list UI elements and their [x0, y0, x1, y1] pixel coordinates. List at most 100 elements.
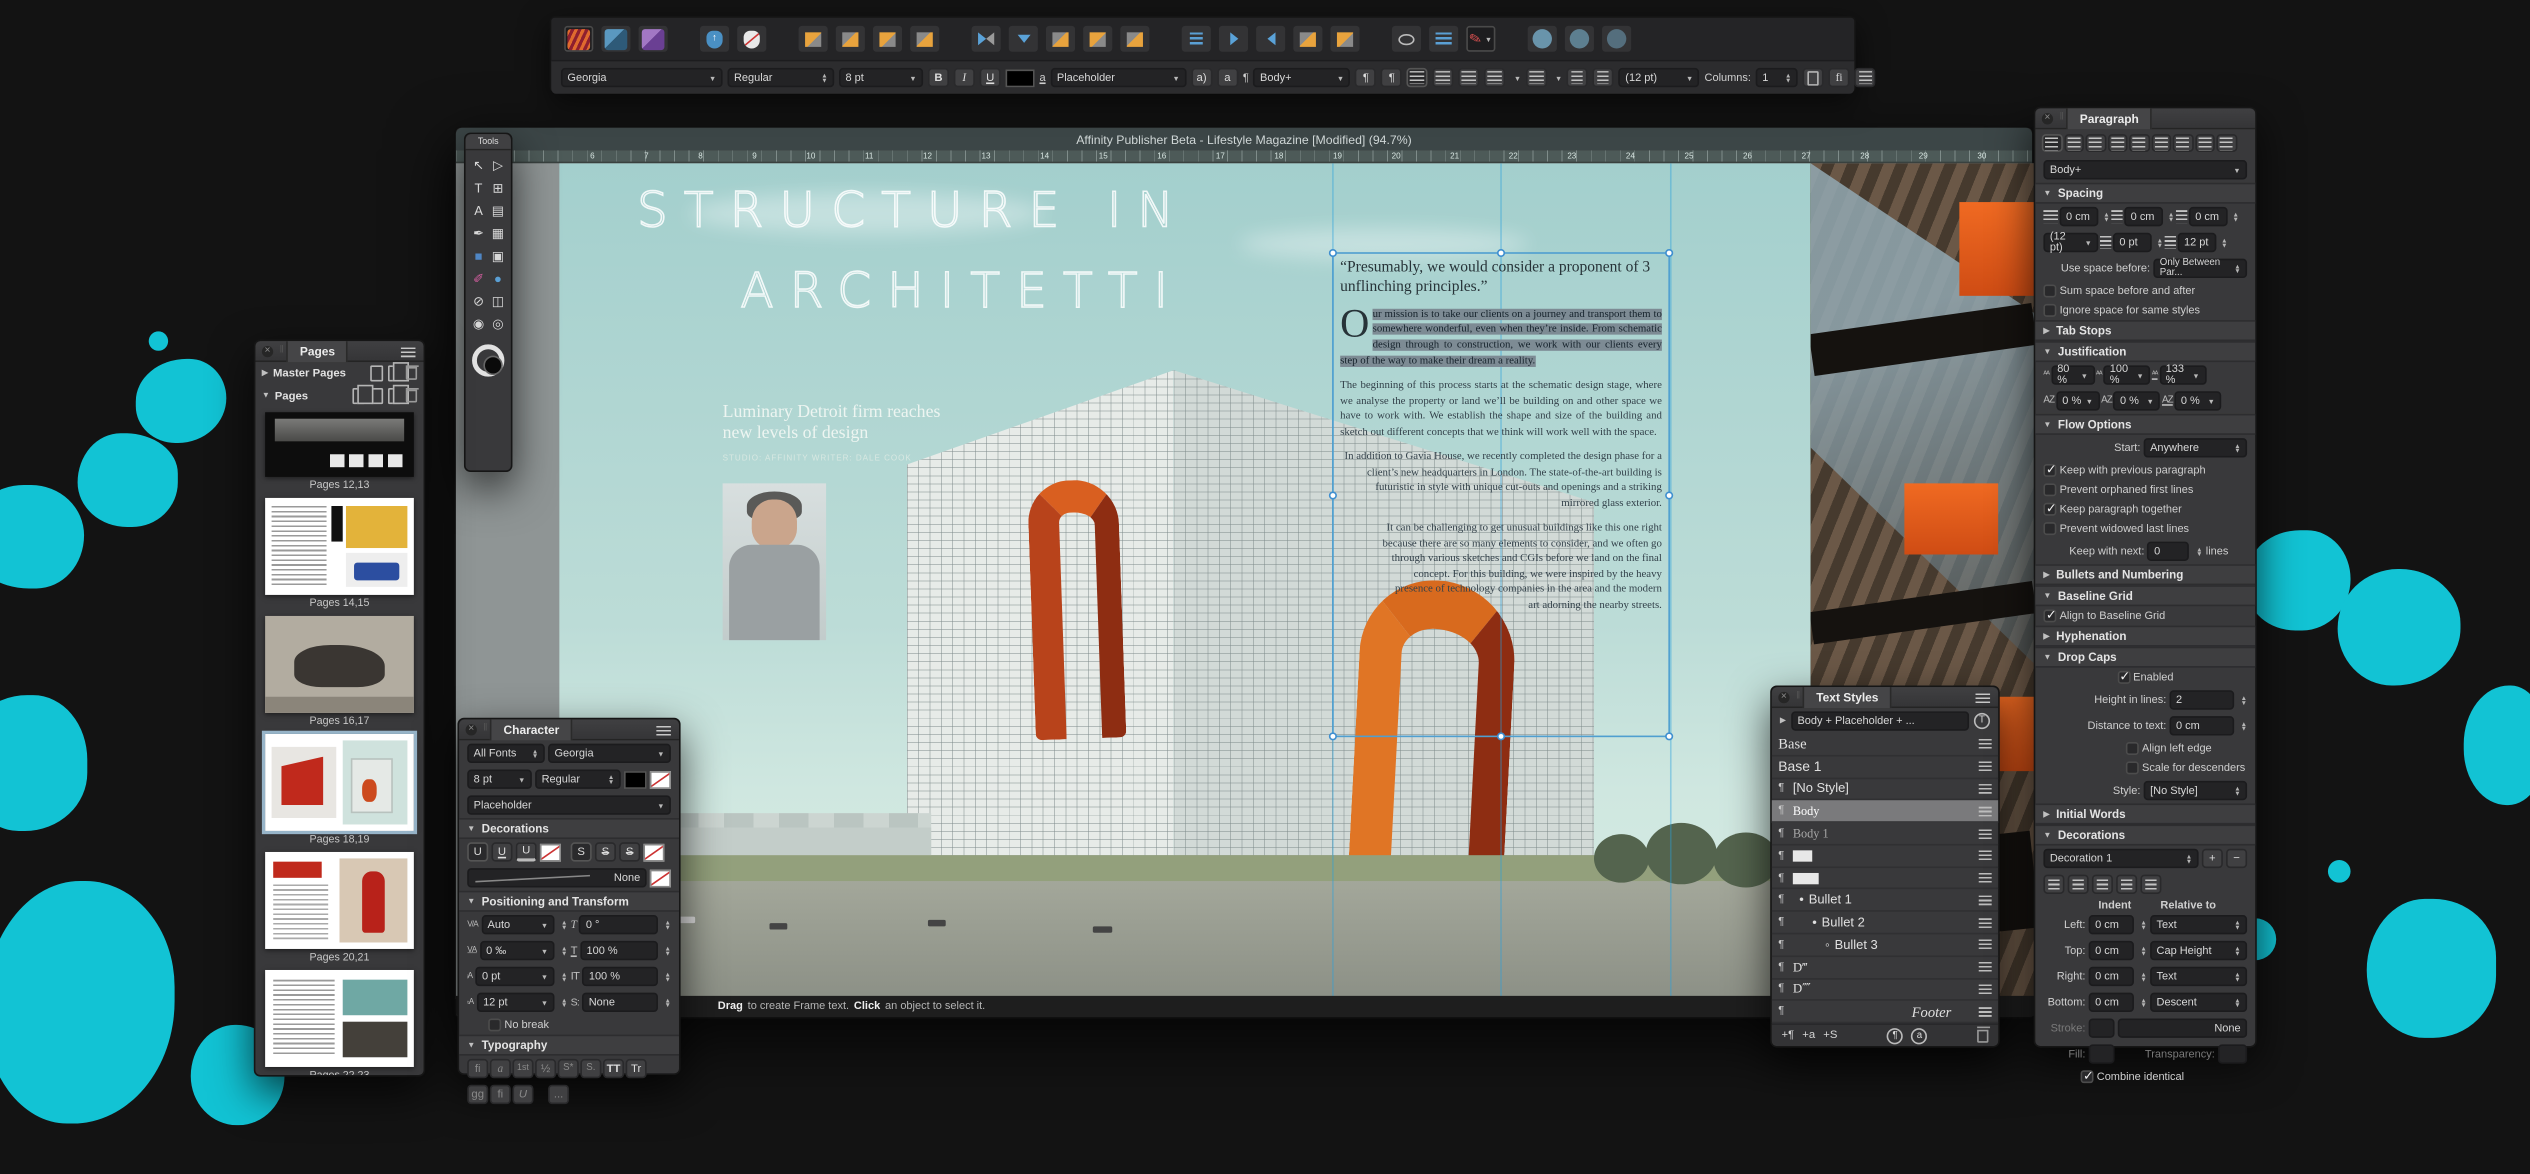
publisher-persona-icon[interactable] — [564, 25, 594, 52]
spread-icon[interactable] — [352, 384, 374, 405]
headline-line2[interactable]: ARCHITETTI — [740, 263, 1184, 321]
align-top-icon[interactable] — [1293, 25, 1323, 52]
close-icon[interactable]: ✕ — [261, 345, 274, 357]
baseline-select[interactable]: 0 pt ▼ — [475, 966, 555, 987]
flip-horizontal-icon[interactable] — [971, 25, 1001, 52]
portrait-photo[interactable] — [722, 483, 827, 641]
numbered-list-button[interactable] — [1592, 67, 1614, 88]
style-item[interactable]: ¶ Body 1 — [1771, 823, 1999, 846]
order-to-back-icon[interactable] — [910, 25, 940, 52]
remove-decoration-button[interactable]: − — [2226, 848, 2248, 869]
byline[interactable]: STUDIO: AFFINITY WRITER: DALE COOK — [723, 454, 912, 464]
stroke-style-select[interactable]: None — [2117, 1018, 2248, 1038]
baseline-grid-section[interactable]: ▼ Baseline Grid — [2035, 585, 2256, 607]
style-menu-icon[interactable] — [1978, 984, 1992, 995]
pages-row[interactable]: ▼ Pages — [255, 384, 423, 408]
reset-formatting-button[interactable]: a) — [1191, 67, 1213, 88]
rotate-ccw-icon[interactable] — [1045, 25, 1076, 52]
distance-to-text-input[interactable]: 0 cm — [2169, 716, 2235, 736]
style-item[interactable]: ¶ — [1771, 868, 1999, 890]
horizontal-scale-input[interactable]: 100 % — [582, 966, 659, 987]
table-tool-icon[interactable]: ⊞ — [488, 176, 507, 199]
fractions-button[interactable]: ½ — [535, 1058, 557, 1079]
language-select[interactable]: None — [582, 992, 659, 1013]
style-item[interactable]: ¶ [No Style] — [1771, 779, 1999, 801]
horizontal-ruler[interactable]: 6 7 8 9 10 11 12 13 14 15 16 17 18 19 20 21 22 23 24 25 26 27… — [455, 150, 2033, 164]
style-item[interactable]: Base — [1771, 734, 1999, 757]
designer-persona-icon[interactable] — [601, 25, 631, 52]
collapse-icon[interactable]: ‖ — [280, 346, 284, 356]
snapping-icon[interactable] — [1602, 25, 1632, 52]
style-menu-icon[interactable] — [1978, 739, 1992, 750]
selected-text-frame[interactable]: “Presumably, we would consider a propone… — [1328, 248, 1674, 741]
style-item[interactable]: ¶ D⁗ — [1771, 979, 1999, 1002]
page-thumbnail-label[interactable]: Pages 12,13 — [255, 480, 423, 491]
deco-bottom-input[interactable]: 0 cm — [2088, 992, 2134, 1013]
min-letter-select[interactable]: 0 % ▼ — [2055, 391, 2100, 411]
spacing-section[interactable]: ▼ Spacing — [2035, 182, 2256, 204]
align-bottom-icon[interactable] — [1330, 25, 1360, 52]
body-paragraph-1[interactable]: Our mission is to take our clients on a … — [1340, 304, 1662, 369]
leading-button[interactable] — [1525, 67, 1547, 88]
uppercase-button[interactable]: TT — [602, 1058, 625, 1079]
strikethrough-off-button[interactable]: S — [570, 842, 592, 862]
underline-button[interactable]: U — [467, 842, 489, 862]
align-left-icon[interactable] — [1181, 25, 1211, 52]
drop-caps-section[interactable]: ▼ Drop Caps — [2035, 646, 2256, 668]
combine-identical-checkbox[interactable] — [2080, 1069, 2094, 1084]
window-titlebar[interactable]: Affinity Publisher Beta - Lifestyle Maga… — [455, 127, 2033, 151]
decoration-pos-button[interactable] — [2116, 874, 2138, 894]
prevent-widows-checkbox[interactable] — [2043, 522, 2057, 536]
photo-persona-icon[interactable] — [638, 25, 668, 52]
lock-icon[interactable] — [1564, 25, 1594, 52]
column-text-tool-icon[interactable]: ▤ — [488, 199, 507, 222]
font-style-select[interactable]: Regular ▲ ▼ — [727, 67, 835, 88]
decorations-section[interactable]: ▼ Decorations — [2035, 824, 2256, 846]
style-menu-icon[interactable] — [1978, 761, 1992, 772]
duplicate-master-icon[interactable] — [387, 362, 410, 382]
underline-single-button[interactable]: U — [491, 842, 513, 862]
right-indent-input[interactable]: 0 cm — [2188, 206, 2228, 227]
page-thumbnail-label[interactable]: Pages 18,19 — [255, 834, 423, 845]
sum-space-checkbox[interactable] — [2043, 284, 2057, 298]
max-word-select[interactable]: 133 % ▼ — [2159, 364, 2207, 386]
discretionary-ligatures-button[interactable]: fi — [489, 1084, 511, 1105]
scale-descenders-checkbox[interactable] — [2125, 761, 2139, 775]
body-paragraph-4[interactable]: It can be challenging to get unusual bui… — [1340, 521, 1662, 613]
selection-handle[interactable] — [1665, 732, 1674, 741]
order-to-front-icon[interactable] — [798, 25, 828, 52]
style-item[interactable]: ¶ — [1771, 845, 1999, 868]
move-tool-icon[interactable]: ↖ — [469, 154, 488, 177]
headline-line1[interactable]: STRUCTURE IN — [636, 182, 1190, 240]
deco-right-relative-select[interactable]: Text ▲ ▼ — [2150, 966, 2248, 987]
font-collection-select[interactable]: All Fonts ▲ ▼ — [467, 743, 545, 764]
selected-text[interactable]: ur mission is to take our clients on a j… — [1340, 308, 1662, 367]
decoration-pos-button[interactable] — [2140, 874, 2162, 894]
leading-value-select[interactable]: (12 pt) ▼ — [1618, 67, 1700, 88]
style-item-selected[interactable]: ¶ Body — [1771, 800, 1999, 824]
new-group-style-button[interactable]: +S — [1823, 1030, 1837, 1041]
strikethrough-color-swatch[interactable] — [643, 843, 665, 861]
alternates-button[interactable]: a — [489, 1058, 511, 1079]
font-family-select[interactable]: Georgia ▼ — [548, 743, 671, 764]
tab-stops-section[interactable]: ▶ Tab Stops — [2035, 320, 2256, 342]
chevron-down-icon[interactable]: ▼ — [1514, 74, 1521, 82]
align-center-button[interactable] — [2063, 134, 2084, 152]
page-thumbnail[interactable] — [265, 851, 414, 949]
current-style-field[interactable]: Body + Placeholder + ... — [1790, 711, 1970, 731]
justify-center-button[interactable] — [2129, 134, 2150, 152]
towards-spine-button[interactable] — [2194, 134, 2215, 152]
decoration-select[interactable]: Decoration 1 ▲ ▼ — [2043, 848, 2199, 869]
clear-formatting-button[interactable]: a — [1216, 67, 1238, 88]
paragraph-style-select[interactable]: Body+ ▼ — [1253, 67, 1351, 88]
group-icon[interactable] — [1527, 25, 1557, 52]
style-menu-icon[interactable] — [1978, 917, 1992, 928]
deco-left-input[interactable]: 0 cm — [2088, 915, 2134, 935]
decoration-pos-button[interactable] — [2091, 874, 2113, 894]
font-size-select[interactable]: 8 pt ▼ — [839, 67, 924, 88]
underline-double-button[interactable]: U — [515, 842, 537, 862]
deco-right-input[interactable]: 0 cm — [2088, 966, 2134, 987]
duplicate-page-icon[interactable] — [387, 384, 410, 405]
dropcap-enabled-checkbox[interactable] — [2116, 669, 2130, 684]
frame-text-tool-icon[interactable]: T — [469, 176, 488, 199]
